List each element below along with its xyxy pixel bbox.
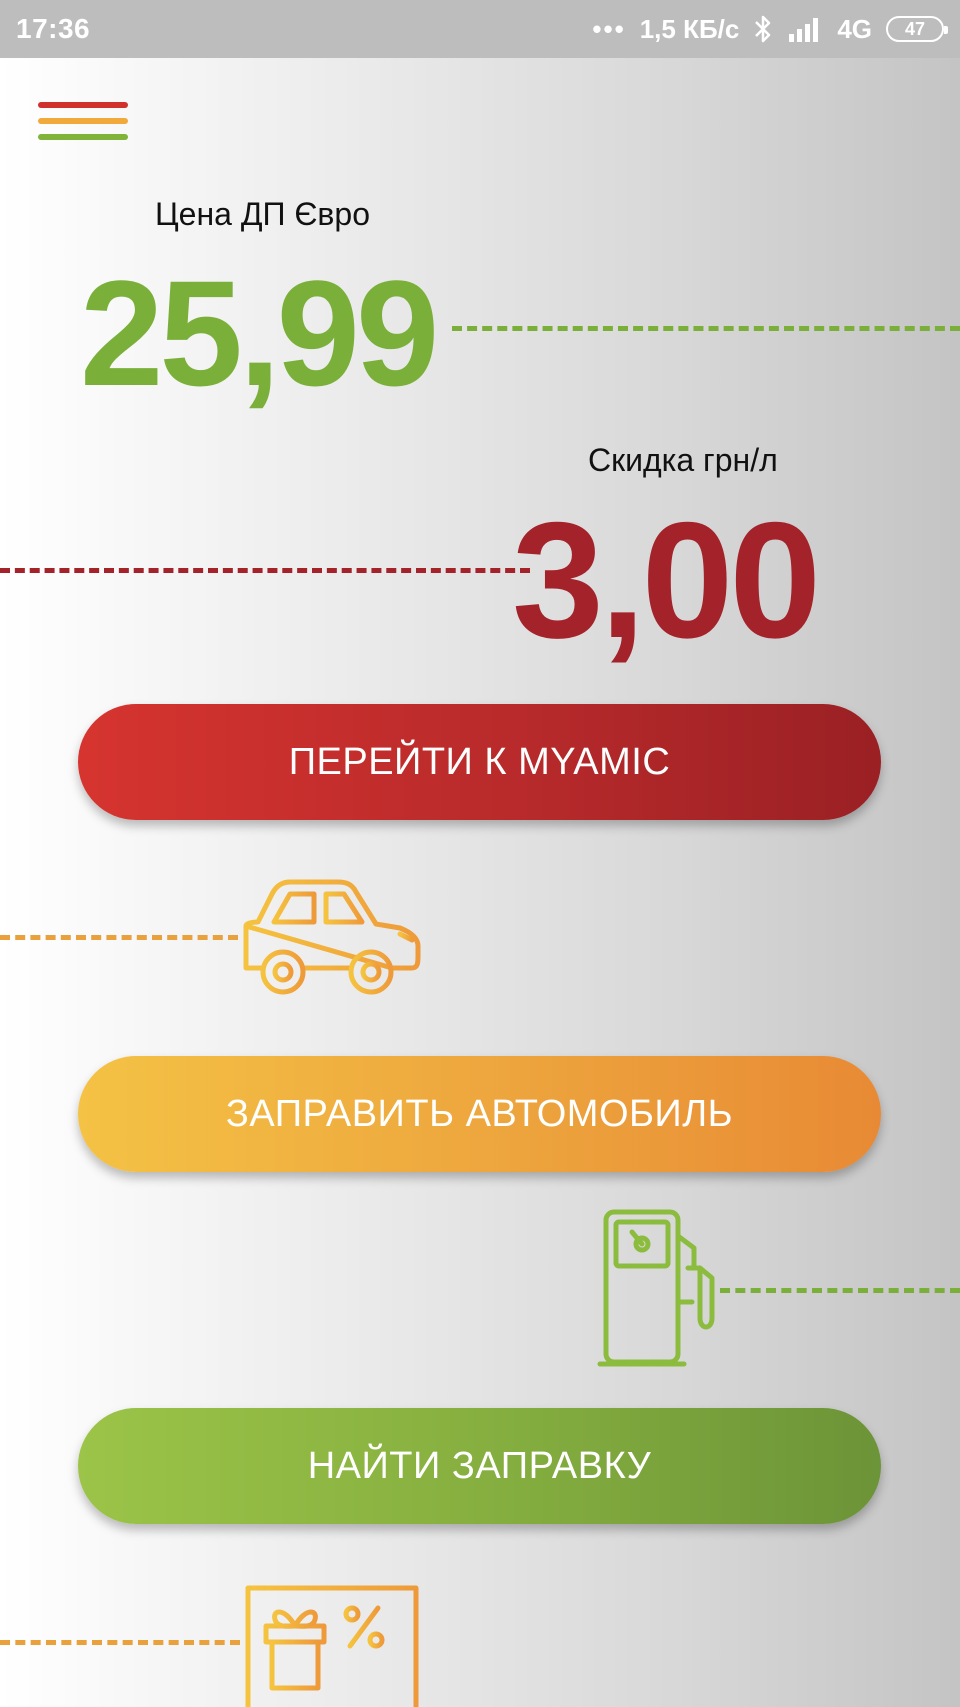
menu-line-red (38, 102, 128, 108)
status-time: 17:36 (16, 13, 91, 44)
price-label: Цена ДП Євро (155, 196, 370, 232)
car-icon (243, 879, 421, 995)
hamburger-menu-icon[interactable] (38, 102, 128, 142)
dashed-line-green-2 (720, 1288, 960, 1293)
main-screen: Цена ДП Євро 25,99 Скидка грн/л 3,00 ПЕР… (0, 58, 960, 1707)
battery-icon: 47 (886, 16, 948, 42)
battery-level: 47 (904, 18, 926, 39)
network-type: 4G (837, 13, 872, 44)
menu-line-orange (38, 118, 128, 124)
menu-line-green (38, 134, 128, 140)
signal-icon (789, 18, 819, 42)
fuel-pump-icon (597, 1209, 715, 1367)
dashed-line-red (0, 568, 530, 573)
status-bar: 17:36 ••• 1,5 КБ/с 4G 47 (0, 0, 960, 58)
network-speed: 1,5 КБ/с (639, 13, 740, 44)
notification-dots: ••• (592, 13, 626, 44)
dashed-line-orange-2 (0, 1640, 240, 1645)
dashed-line-orange (0, 935, 238, 940)
price-value: 25,99 (80, 249, 439, 417)
bluetooth-icon (755, 15, 771, 43)
refuel-car-button[interactable]: ЗАПРАВИТЬ АВТОМОБИЛЬ (78, 1056, 881, 1172)
dashed-line-green (452, 326, 960, 331)
find-station-button[interactable]: НАЙТИ ЗАПРАВКУ (78, 1408, 881, 1524)
go-to-myamic-button[interactable]: ПЕРЕЙТИ К MYAMIC (78, 704, 881, 820)
discount-value: 3,00 (512, 488, 821, 672)
status-indicators: ••• 1,5 КБ/с 4G 47 (592, 13, 948, 45)
discount-label: Скидка грн/л (588, 442, 778, 478)
gift-card-icon (245, 1585, 419, 1707)
